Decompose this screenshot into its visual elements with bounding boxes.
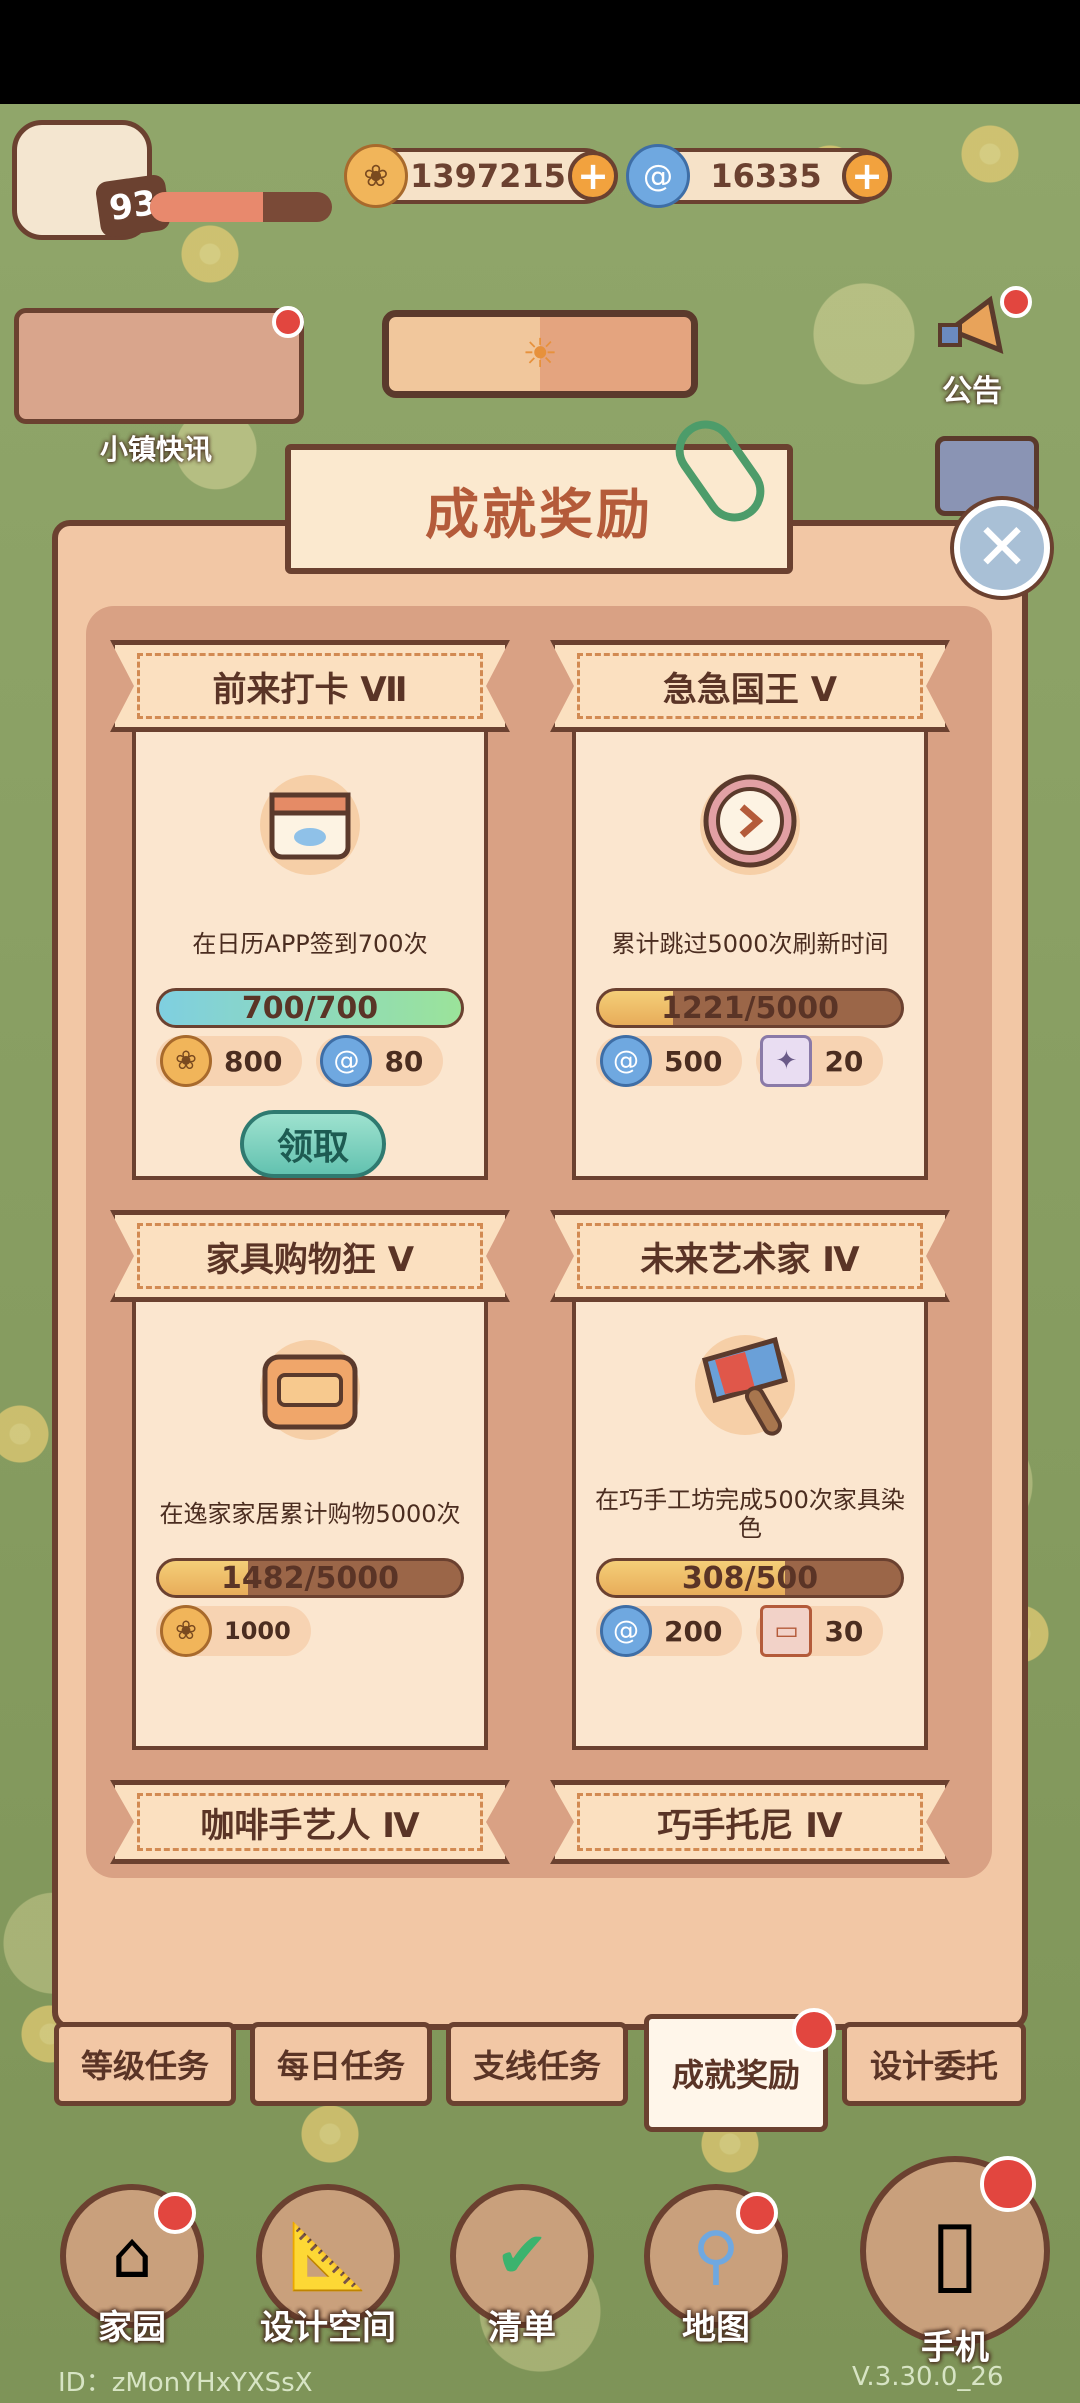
version-label: V.3.30.0_26 xyxy=(852,2362,1004,2392)
nav-home-label: 家园 xyxy=(98,2308,166,2348)
achievement-card: 在巧手工坊完成500次家具染色 308/500 @ 200 ▭ 30 xyxy=(572,1296,928,1750)
reward-amount: 80 xyxy=(384,1044,424,1078)
achievement-card: 在逸家家居累计购物5000次 1482/5000 ❀ 1000 xyxy=(132,1296,488,1750)
swirl-gem-icon: @ xyxy=(626,144,690,208)
achievement-title: 未来艺术家 Ⅳ xyxy=(640,1239,860,1280)
achievement-title: 前来打卡 Ⅶ xyxy=(212,669,408,710)
phone-icon: ▯ xyxy=(930,2198,980,2304)
player-id: ID：zMonYHxYXSsX xyxy=(58,2368,313,2398)
tab-design-commissions[interactable]: 设计委托 xyxy=(842,2022,1026,2106)
achievement-title: 咖啡手艺人 Ⅳ xyxy=(200,1805,420,1846)
achievement-title-ribbon: 未来艺术家 Ⅳ xyxy=(550,1210,950,1302)
close-button[interactable]: ✕ xyxy=(954,500,1050,596)
ruler-icon: 📐 xyxy=(288,2219,368,2294)
nav-design-space-label: 设计空间 xyxy=(260,2308,396,2348)
nav-checklist-label: 清单 xyxy=(488,2308,556,2348)
achievement-title-ribbon: 前来打卡 Ⅶ xyxy=(110,640,510,732)
reward-item: ✦ 20 xyxy=(756,1035,884,1087)
progress-bar: 1482/5000 xyxy=(156,1558,464,1598)
armchair-icon xyxy=(136,1300,484,1480)
reward-amount: 20 xyxy=(824,1044,864,1078)
achievement-desc: 在日历APP签到700次 xyxy=(192,930,428,958)
reward-amount: 500 xyxy=(664,1044,723,1078)
progress-text: 1482/5000 xyxy=(221,1560,399,1596)
reward-item: ❀ 1000 xyxy=(156,1605,311,1657)
reward-item: @ 500 xyxy=(596,1035,743,1087)
swirl-gem-icon: @ xyxy=(600,1605,652,1657)
reward-amount: 1000 xyxy=(224,1617,291,1645)
achievement-card: 在日历APP签到700次 700/700 ❀ 800 @ 80 领取 xyxy=(132,726,488,1180)
news-label: 小镇快讯 xyxy=(100,433,213,466)
gem-counter: @ 16335 + xyxy=(626,144,892,208)
paintbrush-icon xyxy=(576,1300,924,1480)
checkmark-icon: ✔ xyxy=(495,2219,549,2293)
clock-icon xyxy=(576,730,924,910)
achievement-title-ribbon: 巧手托尼 Ⅳ xyxy=(550,1780,950,1864)
coin-counter: ❀ 1397215 + xyxy=(344,144,618,208)
achievement-title: 急急国王 Ⅴ xyxy=(662,669,838,710)
swirl-gem-icon: @ xyxy=(320,1035,373,1087)
map-pin-icon: ⚲ xyxy=(692,2219,740,2293)
xp-fill xyxy=(150,192,263,222)
weather-widget[interactable]: ☀ xyxy=(382,310,698,398)
achievement-desc: 累计跳过5000次刷新时间 xyxy=(611,930,889,958)
nav-home-badge xyxy=(154,2192,196,2234)
coin-amount: 1397215 xyxy=(410,157,566,195)
ticket-icon: ✦ xyxy=(760,1035,813,1087)
nav-map-badge xyxy=(736,2192,778,2234)
progress-bar: 308/500 xyxy=(596,1558,904,1598)
nav-phone-badge xyxy=(980,2156,1036,2212)
reward-item: ❀ 800 xyxy=(156,1035,303,1087)
reward-list: @ 200 ▭ 30 xyxy=(596,1605,884,1657)
coin-icon: ❀ xyxy=(344,144,408,208)
reward-list: @ 500 ✦ 20 xyxy=(596,1035,884,1087)
achievement-title: 巧手托尼 Ⅳ xyxy=(657,1805,843,1846)
coin-icon: ❀ xyxy=(160,1605,212,1657)
achievement-title-ribbon: 家具购物狂 Ⅴ xyxy=(110,1210,510,1302)
status-bar xyxy=(0,0,1080,104)
tab-achievements-badge xyxy=(792,2008,836,2052)
tab-side-tasks[interactable]: 支线任务 xyxy=(446,2022,628,2106)
progress-text: 700/700 xyxy=(241,990,379,1026)
reward-amount: 200 xyxy=(664,1614,723,1648)
achievement-card: 累计跳过5000次刷新时间 1221/5000 @ 500 ✦ 20 xyxy=(572,726,928,1180)
reward-item: @ 200 xyxy=(596,1605,743,1657)
coin-icon: ❀ xyxy=(160,1035,212,1087)
reward-item: @ 80 xyxy=(316,1035,444,1087)
add-coins-button[interactable]: + xyxy=(568,151,618,201)
achievement-desc: 在巧手工坊完成500次家具染色 xyxy=(595,1486,905,1542)
progress-text: 1221/5000 xyxy=(661,990,839,1026)
reward-amount: 800 xyxy=(224,1044,283,1078)
progress-bar: 700/700 xyxy=(156,988,464,1028)
reward-item: ▭ 30 xyxy=(756,1605,884,1657)
achievement-title-ribbon: 急急国王 Ⅴ xyxy=(550,640,950,732)
achievement-desc: 在逸家家居累计购物5000次 xyxy=(159,1500,461,1528)
claim-button[interactable]: 领取 xyxy=(240,1110,386,1178)
achievement-title-ribbon: 咖啡手艺人 Ⅳ xyxy=(110,1780,510,1864)
calendar-icon xyxy=(136,730,484,910)
sun-icon: ☀ xyxy=(522,331,558,377)
xp-bar xyxy=(150,192,332,222)
announcement-badge xyxy=(1000,286,1032,318)
news-thumbnail[interactable] xyxy=(14,308,304,424)
progress-bar: 1221/5000 xyxy=(596,988,904,1028)
news-badge xyxy=(272,306,304,338)
coupon-icon: ▭ xyxy=(760,1605,813,1657)
announcement-label: 公告 xyxy=(942,374,1002,409)
nav-map-label: 地图 xyxy=(682,2308,750,2348)
reward-list: ❀ 800 @ 80 xyxy=(156,1035,444,1087)
tab-level-tasks[interactable]: 等级任务 xyxy=(54,2022,236,2106)
add-gems-button[interactable]: + xyxy=(842,151,892,201)
gem-amount: 16335 xyxy=(710,157,822,195)
house-icon: ⌂ xyxy=(111,2219,153,2293)
tab-daily-tasks[interactable]: 每日任务 xyxy=(250,2022,432,2106)
reward-amount: 30 xyxy=(824,1614,864,1648)
achievement-title: 家具购物狂 Ⅴ xyxy=(205,1239,415,1280)
swirl-gem-icon: @ xyxy=(600,1035,652,1087)
progress-text: 308/500 xyxy=(681,1560,819,1596)
reward-list: ❀ 1000 xyxy=(156,1605,311,1657)
panel-title: 成就奖励 xyxy=(425,482,653,546)
